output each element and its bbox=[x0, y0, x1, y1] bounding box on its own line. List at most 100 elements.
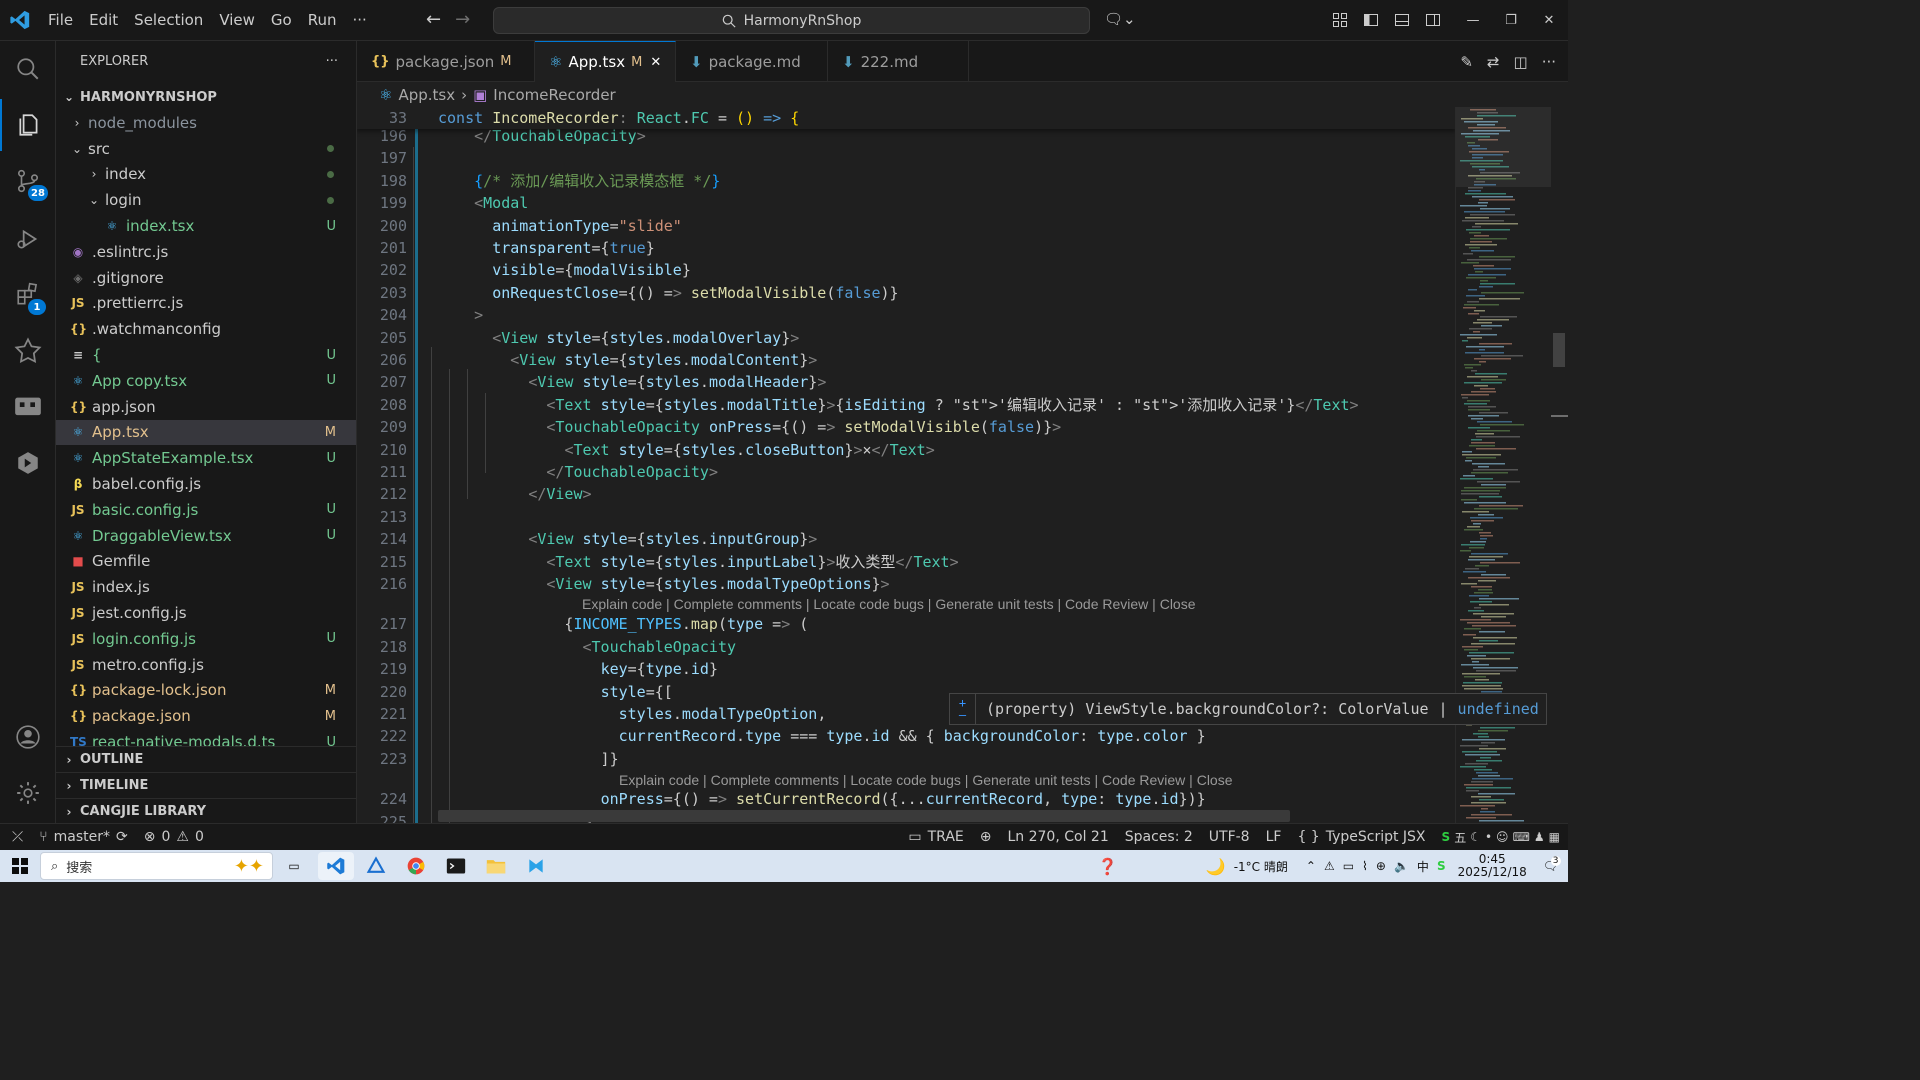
task-view-icon[interactable]: ▭ bbox=[276, 852, 312, 880]
tree-file[interactable]: JS index.js bbox=[56, 574, 356, 600]
ai-assistant-activity-icon[interactable] bbox=[0, 325, 56, 377]
command-center-search[interactable]: HarmonyRnShop bbox=[493, 7, 1090, 34]
source-control-activity-icon[interactable]: 28 bbox=[0, 155, 56, 207]
zoom-icon[interactable]: ⊕ bbox=[972, 824, 1000, 850]
tab-package-json[interactable]: {} package.json M bbox=[357, 41, 535, 82]
vertical-scrollbar[interactable] bbox=[1551, 107, 1568, 823]
tree-file[interactable]: ≡ {U bbox=[56, 342, 356, 368]
weather-text[interactable]: -1°C 晴朗 bbox=[1234, 858, 1288, 875]
tree-file[interactable]: ■ Gemfile bbox=[56, 549, 356, 575]
sync-icon[interactable]: ⟳ bbox=[116, 829, 128, 845]
code-line[interactable]: 201 transparent={true} bbox=[357, 237, 1455, 259]
forward-arrow-icon[interactable]: → bbox=[455, 9, 470, 30]
code-line[interactable]: 213 bbox=[357, 506, 1455, 528]
more-actions-icon[interactable]: ··· bbox=[1542, 53, 1556, 71]
file-explorer-taskbar-icon[interactable] bbox=[478, 852, 514, 880]
tree-file[interactable]: ◈ .gitignore bbox=[56, 265, 356, 291]
code-line[interactable]: 210 <Text style={styles.closeButton}>×</… bbox=[357, 439, 1455, 461]
tree-file[interactable]: ⚛ App copy.tsx U bbox=[56, 368, 356, 394]
expand-collapse-icon[interactable]: + — bbox=[950, 694, 976, 724]
explorer-activity-icon[interactable] bbox=[0, 99, 56, 151]
tree-file[interactable]: {} package.json M bbox=[56, 703, 356, 729]
code-line[interactable]: 212 </View> bbox=[357, 483, 1455, 505]
menu-run[interactable]: Run bbox=[300, 0, 345, 40]
code-line[interactable]: 200 animationType="slide" bbox=[357, 215, 1455, 237]
breadcrumb-symbol[interactable]: IncomeRecorder bbox=[493, 86, 615, 104]
notification-center[interactable]: 🗨 3 bbox=[1543, 856, 1561, 873]
code-line[interactable]: 209 <TouchableOpacity onPress={() => set… bbox=[357, 416, 1455, 438]
code-line[interactable]: 204 > bbox=[357, 304, 1455, 326]
codelens-actions[interactable]: Explain code | Complete comments | Locat… bbox=[619, 772, 1233, 792]
breadcrumb-file[interactable]: App.tsx bbox=[398, 86, 455, 104]
horizontal-scrollbar[interactable] bbox=[438, 810, 1290, 822]
tree-file[interactable]: ◉ .eslintrc.js bbox=[56, 239, 356, 265]
restore-button[interactable]: ❐ bbox=[1492, 0, 1530, 40]
codelens-actions[interactable]: Explain code | Complete comments | Locat… bbox=[582, 596, 1196, 616]
remote-explorer-activity-icon[interactable] bbox=[0, 381, 56, 433]
close-tab-icon[interactable]: ✕ bbox=[650, 55, 661, 70]
extensions-activity-icon[interactable]: 1 bbox=[0, 269, 56, 321]
cursor-position[interactable]: Ln 270, Col 21 bbox=[999, 824, 1116, 850]
encoding[interactable]: UTF-8 bbox=[1201, 824, 1258, 850]
code-line[interactable]: 208 <Text style={styles.modalTitle}>{isE… bbox=[357, 394, 1455, 416]
search-activity-icon[interactable] bbox=[0, 43, 56, 95]
tree-file[interactable]: {} app.json bbox=[56, 394, 356, 420]
tab-app-tsx[interactable]: ⚛ App.tsx M ✕ bbox=[535, 41, 676, 82]
chrome-taskbar-icon[interactable] bbox=[398, 852, 434, 880]
tree-file[interactable]: JS metro.config.js bbox=[56, 652, 356, 678]
help-icon[interactable]: ❓ bbox=[1098, 857, 1118, 876]
ime-indicator-icon[interactable]: 中 bbox=[1417, 858, 1429, 875]
sticky-scroll-line[interactable]: 33 const IncomeRecorder: React.FC = () =… bbox=[357, 107, 1455, 129]
outline-section[interactable]: › OUTLINE bbox=[56, 746, 356, 772]
remote-indicator[interactable]: ⤫ bbox=[0, 824, 31, 850]
menu-view[interactable]: View bbox=[211, 0, 263, 40]
menu-file[interactable]: File bbox=[40, 0, 81, 40]
compare-changes-icon[interactable]: ⇄ bbox=[1487, 53, 1500, 71]
explorer-more-actions[interactable]: ··· bbox=[326, 54, 338, 69]
tree-folder[interactable]: › node_modules bbox=[56, 110, 356, 136]
tree-file[interactable]: ⚛ DraggableView.tsx U bbox=[56, 523, 356, 549]
toggle-primary-sidebar-icon[interactable] bbox=[1355, 0, 1386, 40]
tree-file[interactable]: JS jest.config.js bbox=[56, 600, 356, 626]
tree-file[interactable]: JS .prettierrc.js bbox=[56, 291, 356, 317]
tab-package-md[interactable]: ⬇ package.md bbox=[676, 41, 828, 82]
code-line[interactable]: 222 currentRecord.type === type.id && { … bbox=[357, 725, 1455, 747]
code-line[interactable]: 215 <Text style={styles.inputLabel}>收入类型… bbox=[357, 551, 1455, 573]
tray-app-icon[interactable]: ⚠ bbox=[1324, 859, 1335, 873]
tree-folder[interactable]: › index bbox=[56, 162, 356, 188]
code-line[interactable]: 206 <View style={styles.modalContent}> bbox=[357, 349, 1455, 371]
copilot-chat-icon[interactable]: 🗨⌄ bbox=[1104, 10, 1136, 28]
problems-indicator[interactable]: ⊗ 0 ⚠ 0 bbox=[136, 824, 212, 850]
tree-file[interactable]: β babel.config.js bbox=[56, 471, 356, 497]
code-line[interactable]: 223 ]} bbox=[357, 748, 1455, 770]
tree-file[interactable]: ⚛ AppStateExample.tsx U bbox=[56, 445, 356, 471]
menu-more[interactable]: ··· bbox=[345, 0, 375, 40]
code-line[interactable]: 198 {/* 添加/编辑收入记录模态框 */} bbox=[357, 170, 1455, 192]
start-button[interactable] bbox=[2, 852, 38, 880]
tree-file[interactable]: JS login.config.js U bbox=[56, 626, 356, 652]
git-branch[interactable]: ⑂ master* ⟳ bbox=[31, 824, 136, 850]
ime-toolbar[interactable]: S 五 ☾ • ☺ ⌨ ♟ ▦ bbox=[1434, 824, 1568, 850]
code-line[interactable]: 203 onRequestClose={() => setModalVisibl… bbox=[357, 282, 1455, 304]
split-editor-icon[interactable]: ◫ bbox=[1514, 53, 1528, 71]
code-line[interactable]: 217 {INCOME_TYPES.map(type => ( bbox=[357, 613, 1455, 635]
tray-overflow-icon[interactable]: ⌃ bbox=[1306, 859, 1316, 873]
edit-pencil-icon[interactable]: ✎ bbox=[1460, 53, 1473, 71]
sogou-tray-icon[interactable]: S bbox=[1437, 859, 1446, 873]
clock[interactable]: 0:45 2025/12/18 bbox=[1458, 853, 1527, 879]
tree-folder[interactable]: ⌄ login bbox=[56, 187, 356, 213]
network-icon[interactable]: ⊕ bbox=[1376, 859, 1386, 873]
code-line[interactable]: 218 <TouchableOpacity bbox=[357, 636, 1455, 658]
timeline-section[interactable]: › TIMELINE bbox=[56, 772, 356, 798]
close-window-button[interactable]: ✕ bbox=[1530, 0, 1568, 40]
code-line[interactable]: 202 visible={modalVisible} bbox=[357, 259, 1455, 281]
back-arrow-icon[interactable]: ← bbox=[426, 9, 441, 30]
tree-file[interactable]: JS basic.config.js U bbox=[56, 497, 356, 523]
tree-file[interactable]: {} package-lock.json M bbox=[56, 678, 356, 704]
account-icon[interactable] bbox=[0, 711, 56, 763]
toggle-secondary-sidebar-icon[interactable] bbox=[1417, 0, 1448, 40]
code-line[interactable]: 211 </TouchableOpacity> bbox=[357, 461, 1455, 483]
tree-file[interactable]: {} .watchmanconfig bbox=[56, 316, 356, 342]
tab-222-md[interactable]: ⬇ 222.md bbox=[828, 41, 969, 82]
run-debug-activity-icon[interactable] bbox=[0, 213, 56, 265]
